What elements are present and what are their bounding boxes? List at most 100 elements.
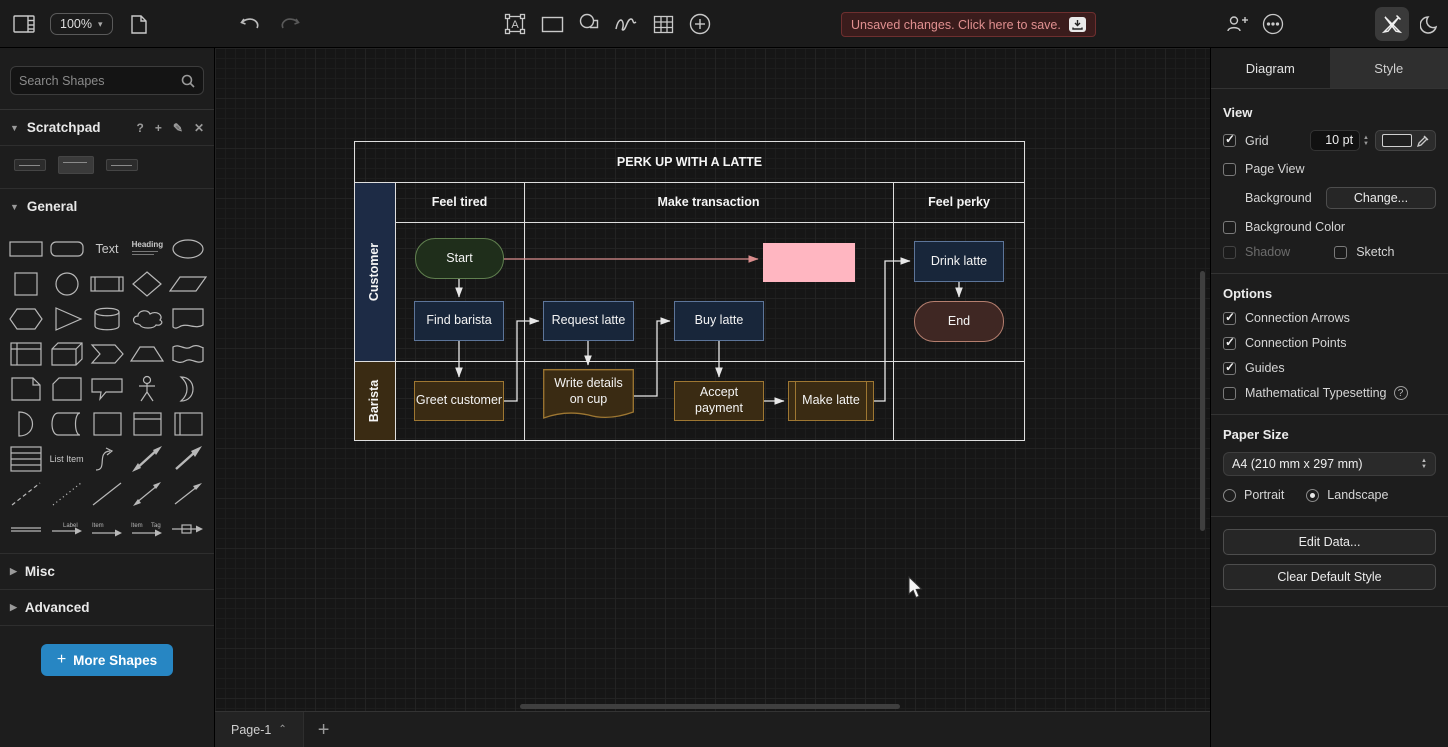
grid-size-stepper[interactable]: ▲▼ (1363, 135, 1369, 147)
shape-arrow-both-labels[interactable]: ItemTag (127, 512, 167, 545)
node-buy-latte[interactable]: Buy latte (674, 301, 764, 341)
shape-data-storage[interactable] (46, 407, 86, 440)
shape-textbox[interactable]: Heading (127, 232, 167, 265)
shape-document[interactable] (168, 302, 208, 335)
zoom-dropdown[interactable]: 100% ▾ (50, 13, 113, 35)
advanced-section-header[interactable]: ▶ Advanced (0, 590, 214, 626)
add-page-button[interactable]: + (318, 720, 330, 740)
shape-dashed-line[interactable] (6, 477, 46, 510)
tab-diagram[interactable]: Diagram (1211, 48, 1330, 88)
scratchpad-help-icon[interactable]: ? (137, 121, 144, 135)
vertical-scrollbar[interactable] (1200, 271, 1205, 531)
connection-arrows-checkbox[interactable] (1223, 312, 1236, 325)
node-find-barista[interactable]: Find barista (414, 301, 504, 341)
shape-line[interactable] (87, 477, 127, 510)
grid-checkbox[interactable] (1223, 134, 1236, 147)
shape-cloud[interactable] (127, 302, 167, 335)
landscape-radio[interactable] (1306, 489, 1319, 502)
shape-link[interactable] (6, 512, 46, 545)
shape-list-item[interactable]: List Item (46, 442, 86, 475)
clear-default-style-button[interactable]: Clear Default Style (1223, 564, 1436, 590)
shapes-tool-icon[interactable] (577, 12, 601, 36)
search-shapes-input[interactable] (19, 74, 181, 88)
column-header-make-transaction[interactable]: Make transaction (524, 182, 893, 222)
node-write-details[interactable]: Write details on cup (543, 369, 634, 423)
shape-step[interactable] (87, 337, 127, 370)
node-end[interactable]: End (914, 301, 1004, 342)
column-header-feel-perky[interactable]: Feel perky (893, 182, 1025, 222)
shape-cylinder[interactable] (87, 302, 127, 335)
tab-style[interactable]: Style (1330, 48, 1448, 88)
share-user-icon[interactable] (1225, 12, 1249, 36)
shape-card[interactable] (46, 372, 86, 405)
shape-arrow-box[interactable] (168, 512, 208, 545)
page-view-checkbox[interactable] (1223, 163, 1236, 176)
freehand-tool-icon[interactable] (614, 12, 638, 36)
scratchpad-item[interactable] (58, 156, 94, 174)
scratchpad-item[interactable] (14, 159, 46, 171)
shape-hexagon[interactable] (6, 302, 46, 335)
shape-arrow-source-label[interactable]: Item (87, 512, 127, 545)
node-drink-latte[interactable]: Drink latte (914, 241, 1004, 282)
pool-title[interactable]: PERK UP WITH A LATTE (354, 141, 1025, 182)
node-start[interactable]: Start (415, 238, 504, 279)
node-make-latte[interactable]: Make latte (788, 381, 874, 421)
shape-diamond[interactable] (127, 267, 167, 300)
sketch-checkbox[interactable] (1334, 246, 1347, 259)
unsaved-changes-button[interactable]: Unsaved changes. Click here to save. (841, 12, 1096, 37)
background-change-button[interactable]: Change... (1326, 187, 1436, 209)
node-accept-payment[interactable]: Accept payment (674, 381, 764, 421)
column-header-feel-tired[interactable]: Feel tired (395, 182, 524, 222)
shape-dotted-line[interactable] (46, 477, 86, 510)
rectangle-tool-icon[interactable] (540, 12, 564, 36)
node-request-latte[interactable]: Request latte (543, 301, 634, 341)
shape-curve[interactable] (87, 442, 127, 475)
scratchpad-close-icon[interactable]: ✕ (194, 121, 204, 135)
node-pink-box[interactable] (763, 243, 855, 282)
shape-text[interactable]: Text (87, 232, 127, 265)
shape-ellipse[interactable] (168, 232, 208, 265)
redo-icon[interactable] (278, 12, 302, 36)
scratchpad-item[interactable] (106, 159, 138, 171)
shape-circle[interactable] (46, 267, 86, 300)
scratchpad-edit-icon[interactable]: ✎ (173, 121, 183, 135)
shape-or[interactable] (168, 372, 208, 405)
shape-horizontal-container[interactable] (168, 407, 208, 440)
shape-note[interactable] (6, 372, 46, 405)
shape-tape[interactable] (168, 337, 208, 370)
panel-toggle-icon[interactable] (12, 12, 36, 36)
text-tool-icon[interactable]: A (503, 12, 527, 36)
shape-callout[interactable] (87, 372, 127, 405)
shape-arrow[interactable] (168, 442, 208, 475)
grid-color-button[interactable] (1375, 130, 1436, 151)
shape-rounded-rectangle[interactable] (46, 232, 86, 265)
portrait-radio[interactable] (1223, 489, 1236, 502)
shape-parallelogram[interactable] (168, 267, 208, 300)
scratchpad-section-header[interactable]: ▼ Scratchpad ? + ✎ ✕ (0, 110, 214, 146)
more-ellipsis-icon[interactable] (1261, 12, 1285, 36)
shape-and[interactable] (6, 407, 46, 440)
edit-data-button[interactable]: Edit Data... (1223, 529, 1436, 555)
more-shapes-button[interactable]: + More Shapes (41, 644, 173, 676)
shape-container[interactable] (87, 407, 127, 440)
background-color-checkbox[interactable] (1223, 221, 1236, 234)
shape-process[interactable] (87, 267, 127, 300)
math-typesetting-checkbox[interactable] (1223, 387, 1236, 400)
shape-vertical-container[interactable] (127, 407, 167, 440)
paper-size-select[interactable]: A4 (210 mm x 297 mm) ▲▼ (1223, 452, 1436, 476)
help-icon[interactable]: ? (1394, 386, 1408, 400)
undo-icon[interactable] (238, 12, 262, 36)
diagram-canvas[interactable]: CustomerBaristaPERK UP WITH A LATTEFeel … (215, 48, 1210, 711)
scratchpad-add-icon[interactable]: + (155, 121, 162, 135)
page-tab[interactable]: Page-1 ⌃ (215, 712, 304, 747)
page-icon[interactable] (127, 12, 151, 36)
grid-size-input[interactable]: 10 pt (1310, 130, 1360, 151)
shadow-checkbox[interactable] (1223, 246, 1236, 259)
dark-mode-moon-icon[interactable] (1417, 12, 1441, 36)
shape-bidirectional-arrow[interactable] (127, 442, 167, 475)
shape-square[interactable] (6, 267, 46, 300)
shape-actor[interactable] (127, 372, 167, 405)
shape-cube[interactable] (46, 337, 86, 370)
insert-plus-icon[interactable] (688, 12, 712, 36)
node-greet-customer[interactable]: Greet customer (414, 381, 504, 421)
